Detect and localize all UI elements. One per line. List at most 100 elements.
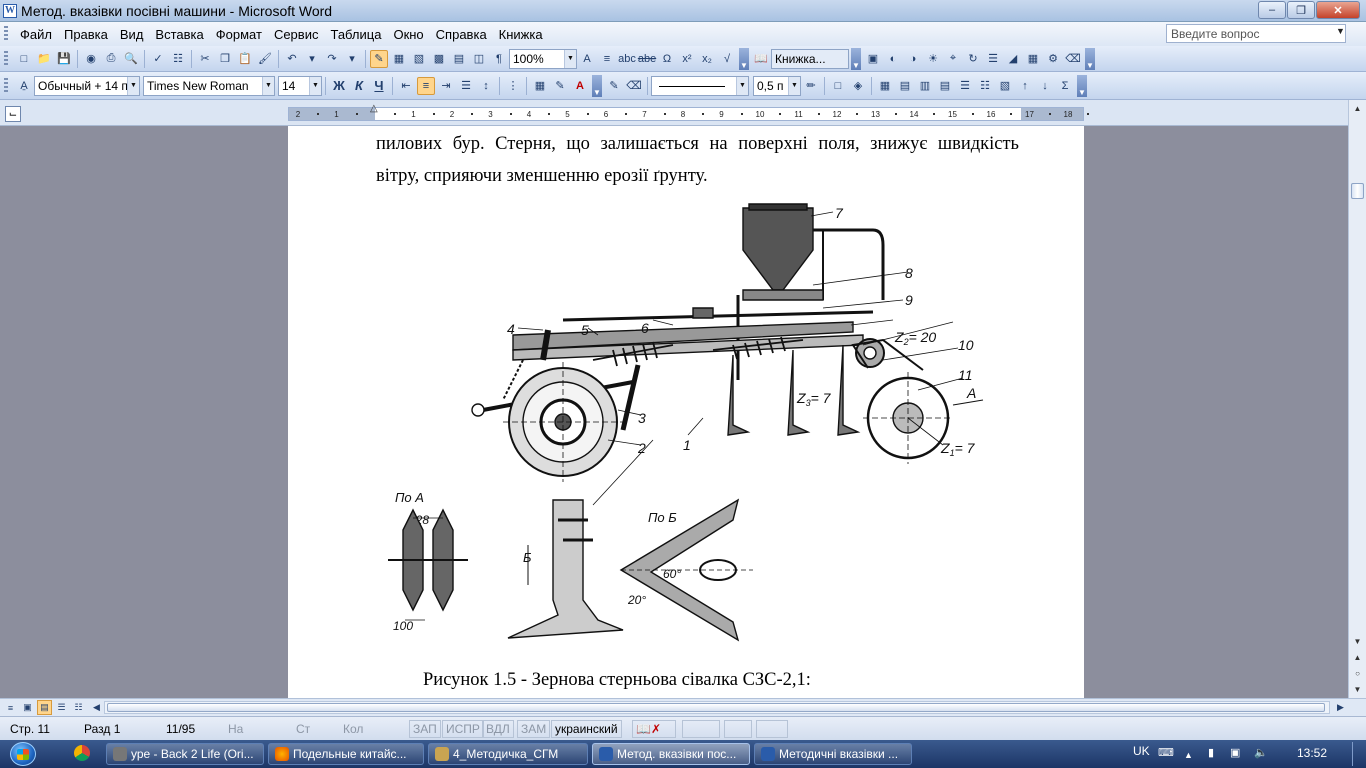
keyboard-icon[interactable]: ⌨	[1158, 747, 1174, 759]
draw-table-icon[interactable]: ✎	[605, 77, 623, 95]
text-wrap-icon[interactable]: ▦	[1024, 50, 1042, 68]
status-column[interactable]: Кол	[343, 722, 363, 736]
permission-icon[interactable]: ◉	[82, 50, 100, 68]
numbering-icon[interactable]: ⋮	[504, 77, 522, 95]
zoom-select[interactable]: 100% ▼	[509, 48, 577, 69]
status-trk[interactable]: ИСПР	[442, 720, 484, 738]
font-a-icon[interactable]: A	[578, 50, 596, 68]
redo-icon[interactable]: ↷	[323, 50, 341, 68]
font-dropdown-icon[interactable]: ▼	[262, 76, 274, 95]
redo-dropdown-icon[interactable]: ▾	[343, 50, 361, 68]
show-hide-icon[interactable]: ¶	[490, 50, 508, 68]
taskbar-item-2[interactable]: Подельные китайс...	[268, 743, 424, 765]
font-size-dropdown-icon[interactable]: ▼	[309, 76, 321, 95]
toolbar-options-icon-4[interactable]: ▼	[592, 74, 602, 97]
style-dropdown-icon[interactable]: ▼	[127, 76, 139, 95]
vertical-scrollbar[interactable]: ▲ ▼ ▲ ○ ▼	[1348, 100, 1366, 698]
vertical-scroll-thumb[interactable]	[1351, 183, 1364, 199]
reading-view-icon[interactable]: ☷	[71, 700, 86, 715]
insert-table-icon-2[interactable]: ▦	[876, 77, 894, 95]
print-layout-icon[interactable]: ▤	[37, 700, 52, 715]
document-page[interactable]: пилових бур. Стерня, що залишається на п…	[288, 126, 1084, 698]
normal-view-icon[interactable]: ≡	[3, 700, 18, 715]
shading-color-icon[interactable]: ◈	[849, 77, 867, 95]
taskbar-item-1[interactable]: уре - Back 2 Life (Ori...	[106, 743, 264, 765]
toolbar-options-icon-2[interactable]: ▼	[851, 47, 861, 70]
styles-icon[interactable]: ≡	[598, 50, 616, 68]
cut-icon[interactable]: ✂	[196, 50, 214, 68]
prev-page-icon[interactable]: ▲	[1350, 650, 1365, 665]
indent-marker-icon[interactable]: △	[370, 103, 378, 114]
web-view-icon[interactable]: ▣	[20, 700, 35, 715]
zoom-dropdown-icon[interactable]: ▼	[564, 49, 576, 68]
status-line[interactable]: Ст	[296, 722, 310, 736]
new-document-icon[interactable]: □	[15, 50, 33, 68]
compress-icon[interactable]: ◢	[1004, 50, 1022, 68]
menu-format[interactable]: Формат	[210, 27, 268, 42]
save-icon[interactable]: 💾	[55, 50, 73, 68]
book-icon[interactable]: 📖	[752, 50, 770, 68]
maximize-button[interactable]: ❐	[1287, 1, 1315, 19]
spelling-status-icon[interactable]: 📖✗	[632, 720, 676, 738]
print-icon[interactable]: ⎙	[102, 50, 120, 68]
clock[interactable]: 13:52	[1297, 746, 1327, 760]
close-button[interactable]: ✕	[1316, 1, 1360, 19]
menu-book[interactable]: Книжка	[493, 27, 549, 42]
outside-border-icon[interactable]: □	[829, 77, 847, 95]
insert-excel-icon[interactable]: ▩	[430, 50, 448, 68]
align-center-icon[interactable]: ≡	[417, 76, 435, 95]
font-size-select[interactable]: 14 ▼	[278, 75, 322, 96]
font-color-icon[interactable]: A	[571, 77, 589, 95]
line-style-icon[interactable]: ☰	[984, 50, 1002, 68]
merge-cells-icon[interactable]: ▤	[896, 77, 914, 95]
format-painter-icon[interactable]: 🖌	[256, 50, 274, 68]
document-map-icon[interactable]: ◫	[470, 50, 488, 68]
status-section[interactable]: Разд 1	[84, 722, 120, 736]
copy-icon[interactable]: ❐	[216, 50, 234, 68]
table-autoformat-icon[interactable]: ▧	[996, 77, 1014, 95]
format-picture-icon[interactable]: ⚙	[1044, 50, 1062, 68]
sort-asc-icon[interactable]: ↑	[1016, 77, 1034, 95]
italic-button[interactable]: К	[350, 77, 368, 95]
ask-dropdown-icon[interactable]: ▼	[1336, 26, 1345, 36]
menu-view[interactable]: Вид	[114, 27, 150, 42]
taskbar-item-3[interactable]: 4_Методичка_СГМ	[428, 743, 588, 765]
align-right-icon[interactable]: ⇥	[437, 77, 455, 95]
line-spacing-icon[interactable]: ↕	[477, 77, 495, 95]
scroll-down-icon[interactable]: ▼	[1350, 634, 1365, 649]
toolbar-grip[interactable]	[4, 50, 8, 67]
menu-window[interactable]: Окно	[387, 27, 429, 42]
word-app-icon[interactable]: W	[3, 3, 17, 18]
contrast-icon[interactable]: ◐	[884, 50, 902, 68]
font-select[interactable]: Times New Roman ▼	[143, 75, 275, 96]
horizontal-scroll-track[interactable]	[104, 701, 1330, 714]
menu-tools[interactable]: Сервис	[268, 27, 325, 42]
brightness-icon[interactable]: ◑	[904, 50, 922, 68]
undo-dropdown-icon[interactable]: ▾	[303, 50, 321, 68]
tables-borders-icon[interactable]: ▦	[390, 50, 408, 68]
columns-icon[interactable]: ▤	[450, 50, 468, 68]
styles-formatting-icon[interactable]: A̱	[15, 77, 33, 95]
battery-icon[interactable]: ▮	[1208, 747, 1220, 759]
taskbar-item-5[interactable]: Методичні вказівки ...	[754, 743, 912, 765]
line-weight-dropdown-icon[interactable]: ▼	[788, 76, 800, 95]
scroll-right-icon[interactable]: ▶	[1333, 700, 1348, 715]
menu-file[interactable]: Файл	[14, 27, 58, 42]
highlight-icon[interactable]: ✎	[551, 77, 569, 95]
rotate-icon[interactable]: ↻	[964, 50, 982, 68]
picture-icon[interactable]: ▣	[864, 50, 882, 68]
browse-object-icon[interactable]: ○	[1350, 666, 1365, 681]
split-cells-icon[interactable]: ▥	[916, 77, 934, 95]
taskbar-item-4[interactable]: Метод. вказівки пос...	[592, 743, 750, 765]
toolbar-options-icon[interactable]: ▼	[739, 47, 749, 70]
tray-expand-icon[interactable]: ▲	[1184, 749, 1196, 761]
seeder-figure[interactable]: 7 8 9 4 5 6 Z2= 20 10 11 3 2 1 Z3= 7 A Z…	[383, 200, 1003, 645]
scroll-left-icon[interactable]: ◀	[89, 700, 104, 715]
insert-table-icon[interactable]: ▧	[410, 50, 428, 68]
sort-desc-icon[interactable]: ↓	[1036, 77, 1054, 95]
subscript-icon[interactable]: x₂	[698, 50, 716, 68]
horizontal-ruler[interactable]: 2 1 1 2 3 4 5 6 7 8 9 10 11 12 13 14 15 16 17 18	[288, 107, 1090, 121]
language-indicator[interactable]: UK	[1133, 744, 1150, 758]
line-style-dropdown-icon[interactable]: ▼	[736, 76, 748, 95]
show-desktop-button[interactable]	[1352, 742, 1364, 766]
